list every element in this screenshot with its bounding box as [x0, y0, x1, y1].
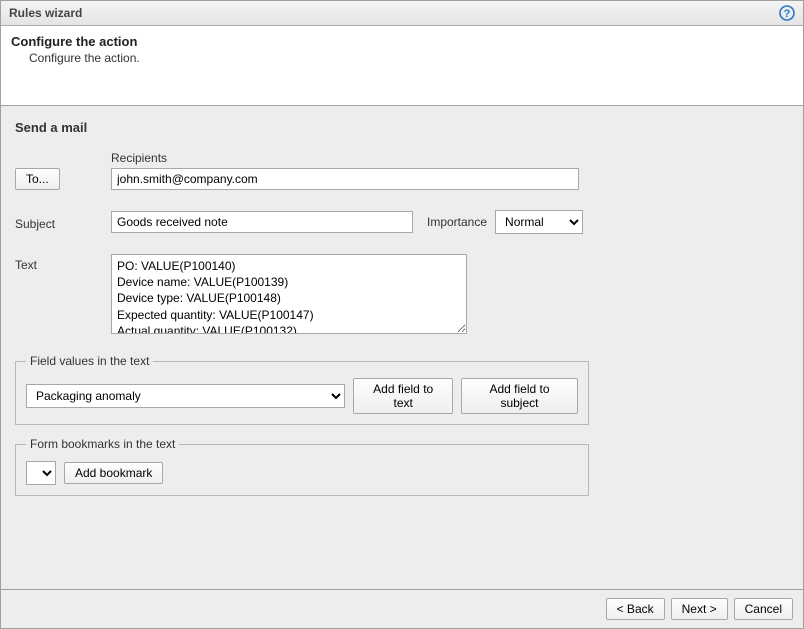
cancel-button[interactable]: Cancel: [734, 598, 793, 620]
recipients-row: Recipients To...: [15, 151, 789, 190]
bookmark-select[interactable]: [26, 461, 56, 485]
text-label: Text: [15, 254, 111, 272]
form-bookmarks-fieldset: Form bookmarks in the text Add bookmark: [15, 437, 589, 496]
text-row: Text: [15, 254, 789, 334]
titlebar: Rules wizard ?: [1, 1, 803, 26]
subject-input[interactable]: [111, 211, 413, 233]
field-values-select[interactable]: Packaging anomaly: [26, 384, 345, 408]
rules-wizard-window: Rules wizard ? Configure the action Conf…: [0, 0, 804, 629]
form-bookmarks-legend: Form bookmarks in the text: [26, 437, 179, 451]
recipients-label: Recipients: [111, 151, 167, 165]
field-values-fieldset: Field values in the text Packaging anoma…: [15, 354, 589, 425]
back-button[interactable]: < Back: [606, 598, 665, 620]
wizard-heading: Configure the action: [11, 34, 793, 49]
add-bookmark-button[interactable]: Add bookmark: [64, 462, 163, 484]
subject-label: Subject: [15, 213, 111, 231]
wizard-footer: < Back Next > Cancel: [1, 589, 803, 628]
subject-row: Subject Importance Normal: [15, 210, 789, 234]
add-field-to-subject-button[interactable]: Add field to subject: [461, 378, 578, 414]
wizard-header: Configure the action Configure the actio…: [1, 26, 803, 106]
section-title: Send a mail: [15, 120, 789, 135]
add-field-to-text-button[interactable]: Add field to text: [353, 378, 453, 414]
recipients-input[interactable]: [111, 168, 579, 190]
titlebar-title: Rules wizard: [9, 6, 82, 20]
to-button[interactable]: To...: [15, 168, 60, 190]
next-button[interactable]: Next >: [671, 598, 728, 620]
svg-text:?: ?: [784, 8, 791, 20]
field-values-legend: Field values in the text: [26, 354, 153, 368]
wizard-body: Send a mail Recipients To... Subject Imp…: [1, 106, 803, 589]
importance-label: Importance: [427, 215, 487, 229]
help-icon[interactable]: ?: [779, 5, 795, 21]
importance-select[interactable]: Normal: [495, 210, 583, 234]
body-textarea[interactable]: [111, 254, 467, 334]
wizard-subheading: Configure the action.: [11, 49, 793, 65]
